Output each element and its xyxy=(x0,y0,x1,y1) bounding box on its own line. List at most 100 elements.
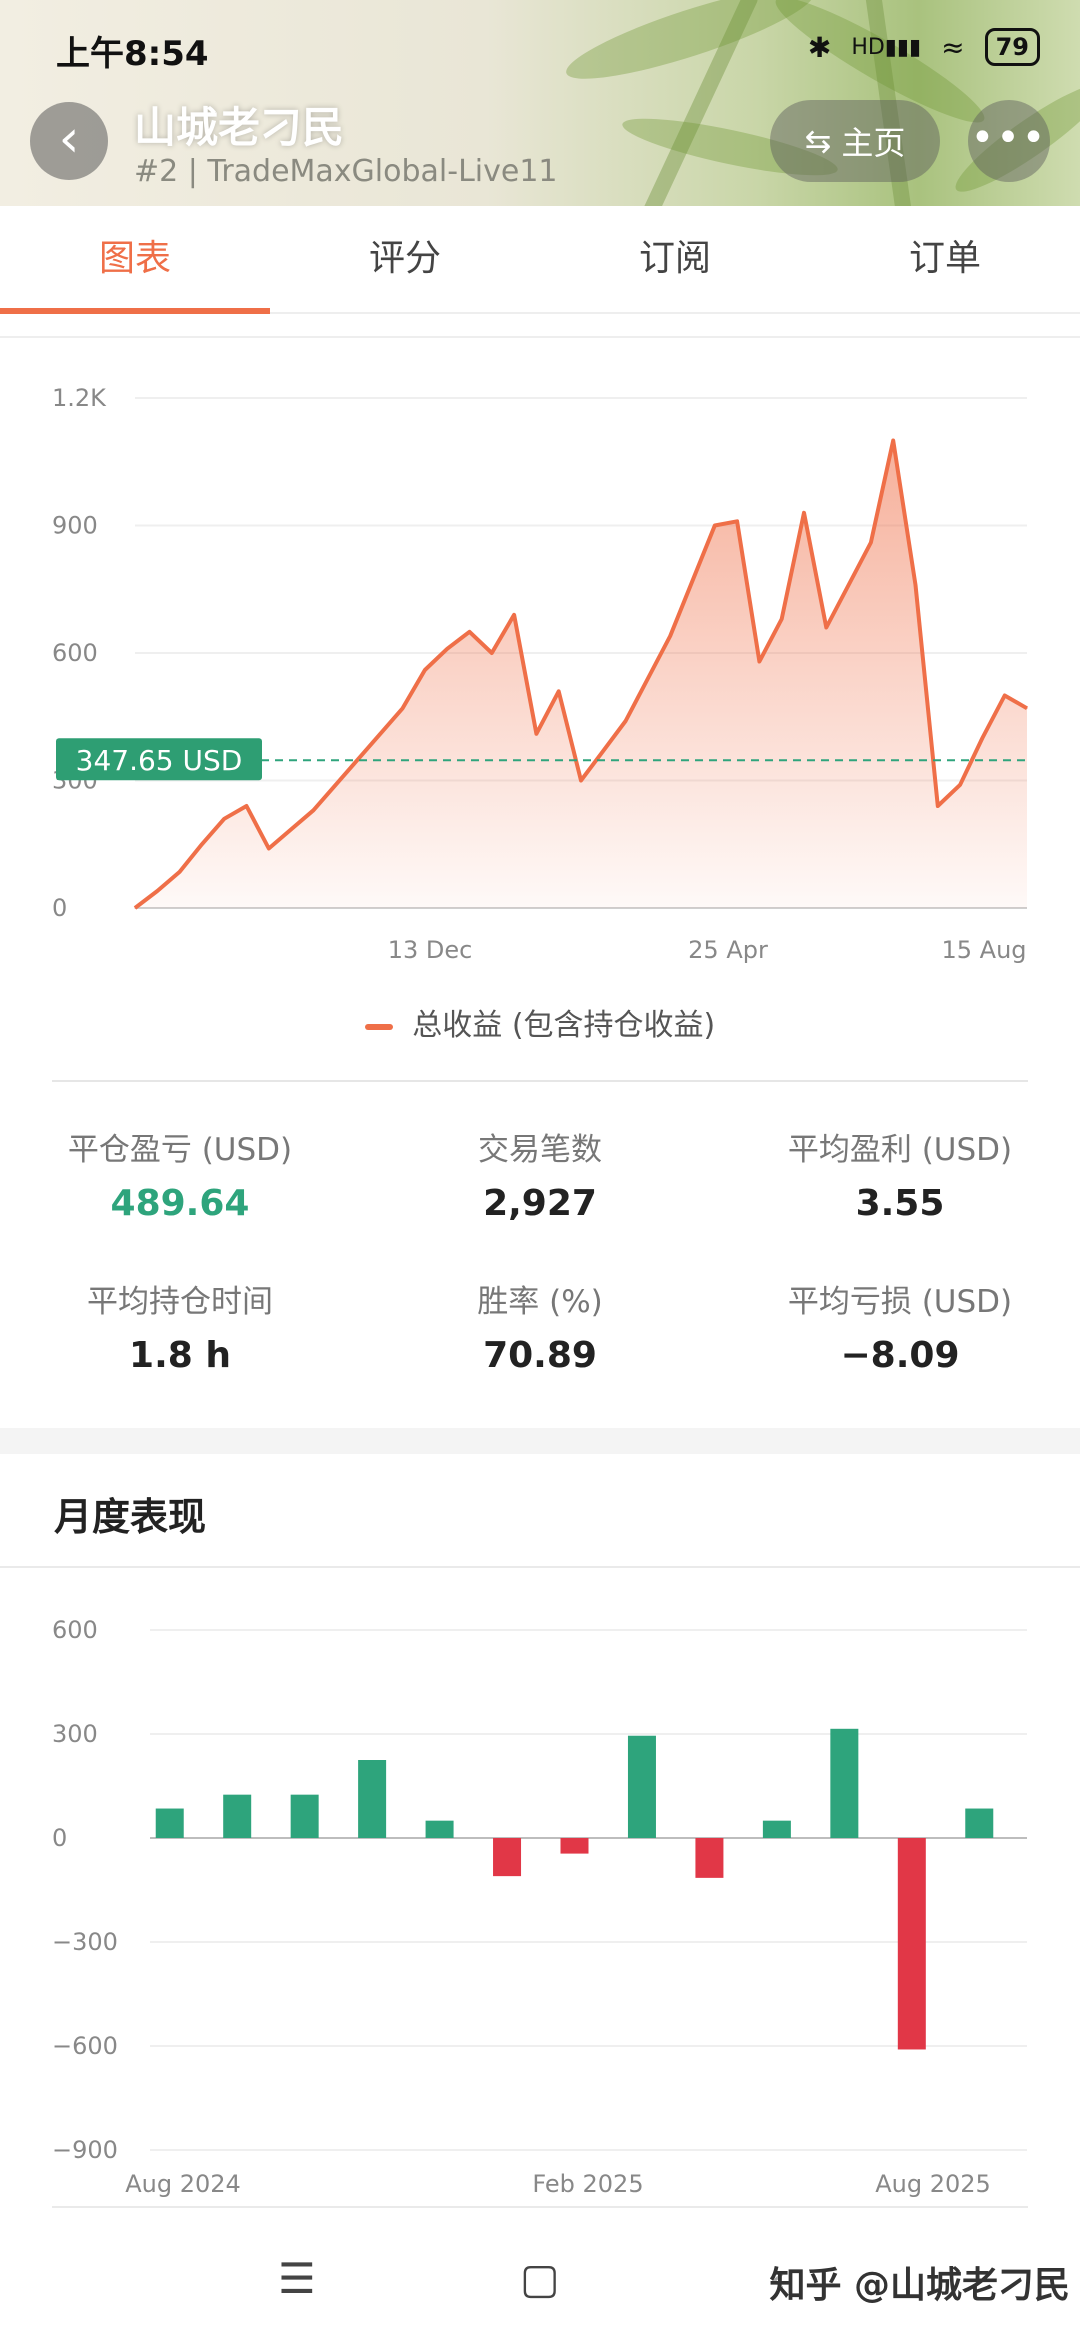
equity-point xyxy=(535,733,537,735)
equity-point xyxy=(781,618,783,620)
equity-point xyxy=(558,690,560,692)
stat-value: 1.8 h xyxy=(129,1335,231,1376)
x-tick-label: Feb 2025 xyxy=(532,2170,643,2198)
monthly-bar xyxy=(223,1794,252,1838)
stat-label: 胜率 (%) xyxy=(477,1284,603,1320)
monthly-bar xyxy=(290,1794,319,1838)
monthly-bar xyxy=(695,1838,724,1878)
x-tick-label: Aug 2025 xyxy=(875,2170,991,2198)
monthly-bar xyxy=(560,1838,589,1854)
chart-legend[interactable]: 总收益 (包含持仓收益) xyxy=(0,1000,1080,1044)
tab-rating[interactable]: 评分 xyxy=(270,206,540,312)
section-separator xyxy=(0,1428,1080,1454)
stat-label: 平仓盈亏 (USD) xyxy=(67,1132,293,1168)
equity-point xyxy=(357,758,359,760)
tab-orders[interactable]: 订单 xyxy=(810,206,1080,312)
tab-bar: 图表 评分 订阅 订单 xyxy=(0,206,1080,314)
equity-point xyxy=(580,780,582,781)
equity-point xyxy=(758,661,760,662)
equity-point xyxy=(669,635,671,637)
stat-value: 489.64 xyxy=(110,1183,250,1224)
divider xyxy=(52,2206,1028,2208)
equity-point xyxy=(491,652,493,654)
equity-point xyxy=(201,843,203,845)
chevron-left-icon: ‹ xyxy=(58,109,80,169)
monthly-bar-chart[interactable]: 600 300 0 −300 −600 −900 Aug 2024 Feb 2025 Aug 2… xyxy=(0,1580,1080,2220)
equity-point xyxy=(848,584,850,586)
signal-icon: HD▮▮▮ xyxy=(851,34,922,60)
divider xyxy=(52,1080,1028,1082)
current-value-label: 347.65 USD xyxy=(76,744,243,777)
equity-point xyxy=(602,750,604,752)
equity-point xyxy=(825,627,827,628)
monthly-bar xyxy=(627,1735,656,1838)
y-tick-label: −300 xyxy=(52,1928,118,1956)
square-home-icon[interactable]: ▢ xyxy=(520,2254,560,2303)
account-subtitle: #2 | TradeMaxGlobal-Live11 xyxy=(134,154,558,189)
y-tick-label: 600 xyxy=(52,639,98,667)
y-tick-label: 1.2K xyxy=(52,384,107,412)
stat-label: 交易笔数 xyxy=(478,1132,602,1168)
monthly-bar xyxy=(155,1808,184,1838)
monthly-title: 月度表现 xyxy=(54,1495,207,1539)
legend-label: 总收益 (包含持仓收益) xyxy=(412,1008,716,1043)
stat-avg-hold-time: 平均持仓时间 1.8 h xyxy=(20,1276,340,1376)
equity-point xyxy=(1004,695,1006,696)
wifi-icon: ≈ xyxy=(941,30,965,64)
equity-point xyxy=(179,871,181,873)
monthly-chart-svg: 600 300 0 −300 −600 −900Aug 2024 Feb 2025 Aug 2… xyxy=(52,1616,1027,2198)
stat-label: 平均持仓时间 xyxy=(87,1284,273,1320)
y-tick-label: 0 xyxy=(52,1824,67,1852)
equity-chart-svg: 03006009001.2K13 Dec 25 Apr 15 Aug347.65 U… xyxy=(52,384,1028,964)
stat-label: 平均亏损 (USD) xyxy=(787,1284,1013,1320)
monthly-bar xyxy=(358,1760,387,1838)
monthly-bar xyxy=(425,1820,454,1838)
equity-point xyxy=(156,890,158,892)
equity-point xyxy=(402,707,404,709)
x-tick-label: 15 Aug xyxy=(941,936,1026,964)
equity-point xyxy=(424,669,426,671)
more-horizontal-icon: ••• xyxy=(970,115,1048,161)
equity-point xyxy=(714,525,716,526)
more-button[interactable]: ••• xyxy=(968,100,1050,182)
stat-value: 70.89 xyxy=(483,1335,597,1376)
equity-point xyxy=(981,737,983,739)
equity-point xyxy=(469,631,470,633)
stat-label: 平均盈利 (USD) xyxy=(787,1132,1013,1168)
x-tick-label: 25 Apr xyxy=(688,936,768,964)
x-tick-label: 13 Dec xyxy=(388,936,473,964)
y-tick-label: −600 xyxy=(52,2032,118,2060)
stat-win-rate: 胜率 (%) 70.89 xyxy=(380,1276,700,1376)
equity-point xyxy=(736,520,738,522)
stat-avg-profit: 平均盈利 (USD) 3.55 xyxy=(740,1124,1060,1224)
menu-icon[interactable]: ☰ xyxy=(278,2254,316,2303)
equity-point xyxy=(1026,707,1028,709)
monthly-bar xyxy=(965,1808,994,1838)
home-button-label: 主页 xyxy=(841,124,906,162)
x-tick-label: Aug 2024 xyxy=(125,2170,241,2198)
equity-point xyxy=(870,542,872,543)
home-button[interactable]: ⇆ 主页 xyxy=(770,100,940,182)
monthly-bar xyxy=(830,1728,859,1838)
equity-point xyxy=(379,733,381,735)
tab-subscribe[interactable]: 订阅 xyxy=(540,206,810,312)
monthly-bar xyxy=(897,1838,926,2050)
y-tick-label: 900 xyxy=(52,512,98,540)
swap-arrows-icon: ⇆ xyxy=(804,122,832,160)
tab-chart[interactable]: 图表 xyxy=(0,206,270,314)
equity-point xyxy=(915,584,916,586)
equity-point xyxy=(335,784,337,786)
equity-point xyxy=(446,648,448,650)
battery-icon: 79 xyxy=(984,28,1040,66)
equity-chart[interactable]: 0 300 600 900 1.2K 13 Dec 25 Apr 15 Aug 347.65 U… xyxy=(0,336,1080,1038)
back-button[interactable]: ‹ xyxy=(30,102,108,180)
equity-point xyxy=(223,818,225,820)
system-nav-bar: ☰ ▢ ‹ 知乎 @山城老刁民 xyxy=(0,2226,1080,2340)
profile-header: 上午8:54 ✱ HD▮▮▮ ≈ 79 ‹ 山城老刁民 #2 | TradeMa… xyxy=(0,0,1080,206)
stat-value: −8.09 xyxy=(840,1335,960,1376)
bluetooth-icon: ✱ xyxy=(807,30,832,64)
equity-point xyxy=(647,678,649,679)
watermark: 知乎 @山城老刁民 xyxy=(769,2265,1070,2306)
stat-avg-loss: 平均亏损 (USD) −8.09 xyxy=(740,1276,1060,1376)
equity-point xyxy=(290,828,292,830)
